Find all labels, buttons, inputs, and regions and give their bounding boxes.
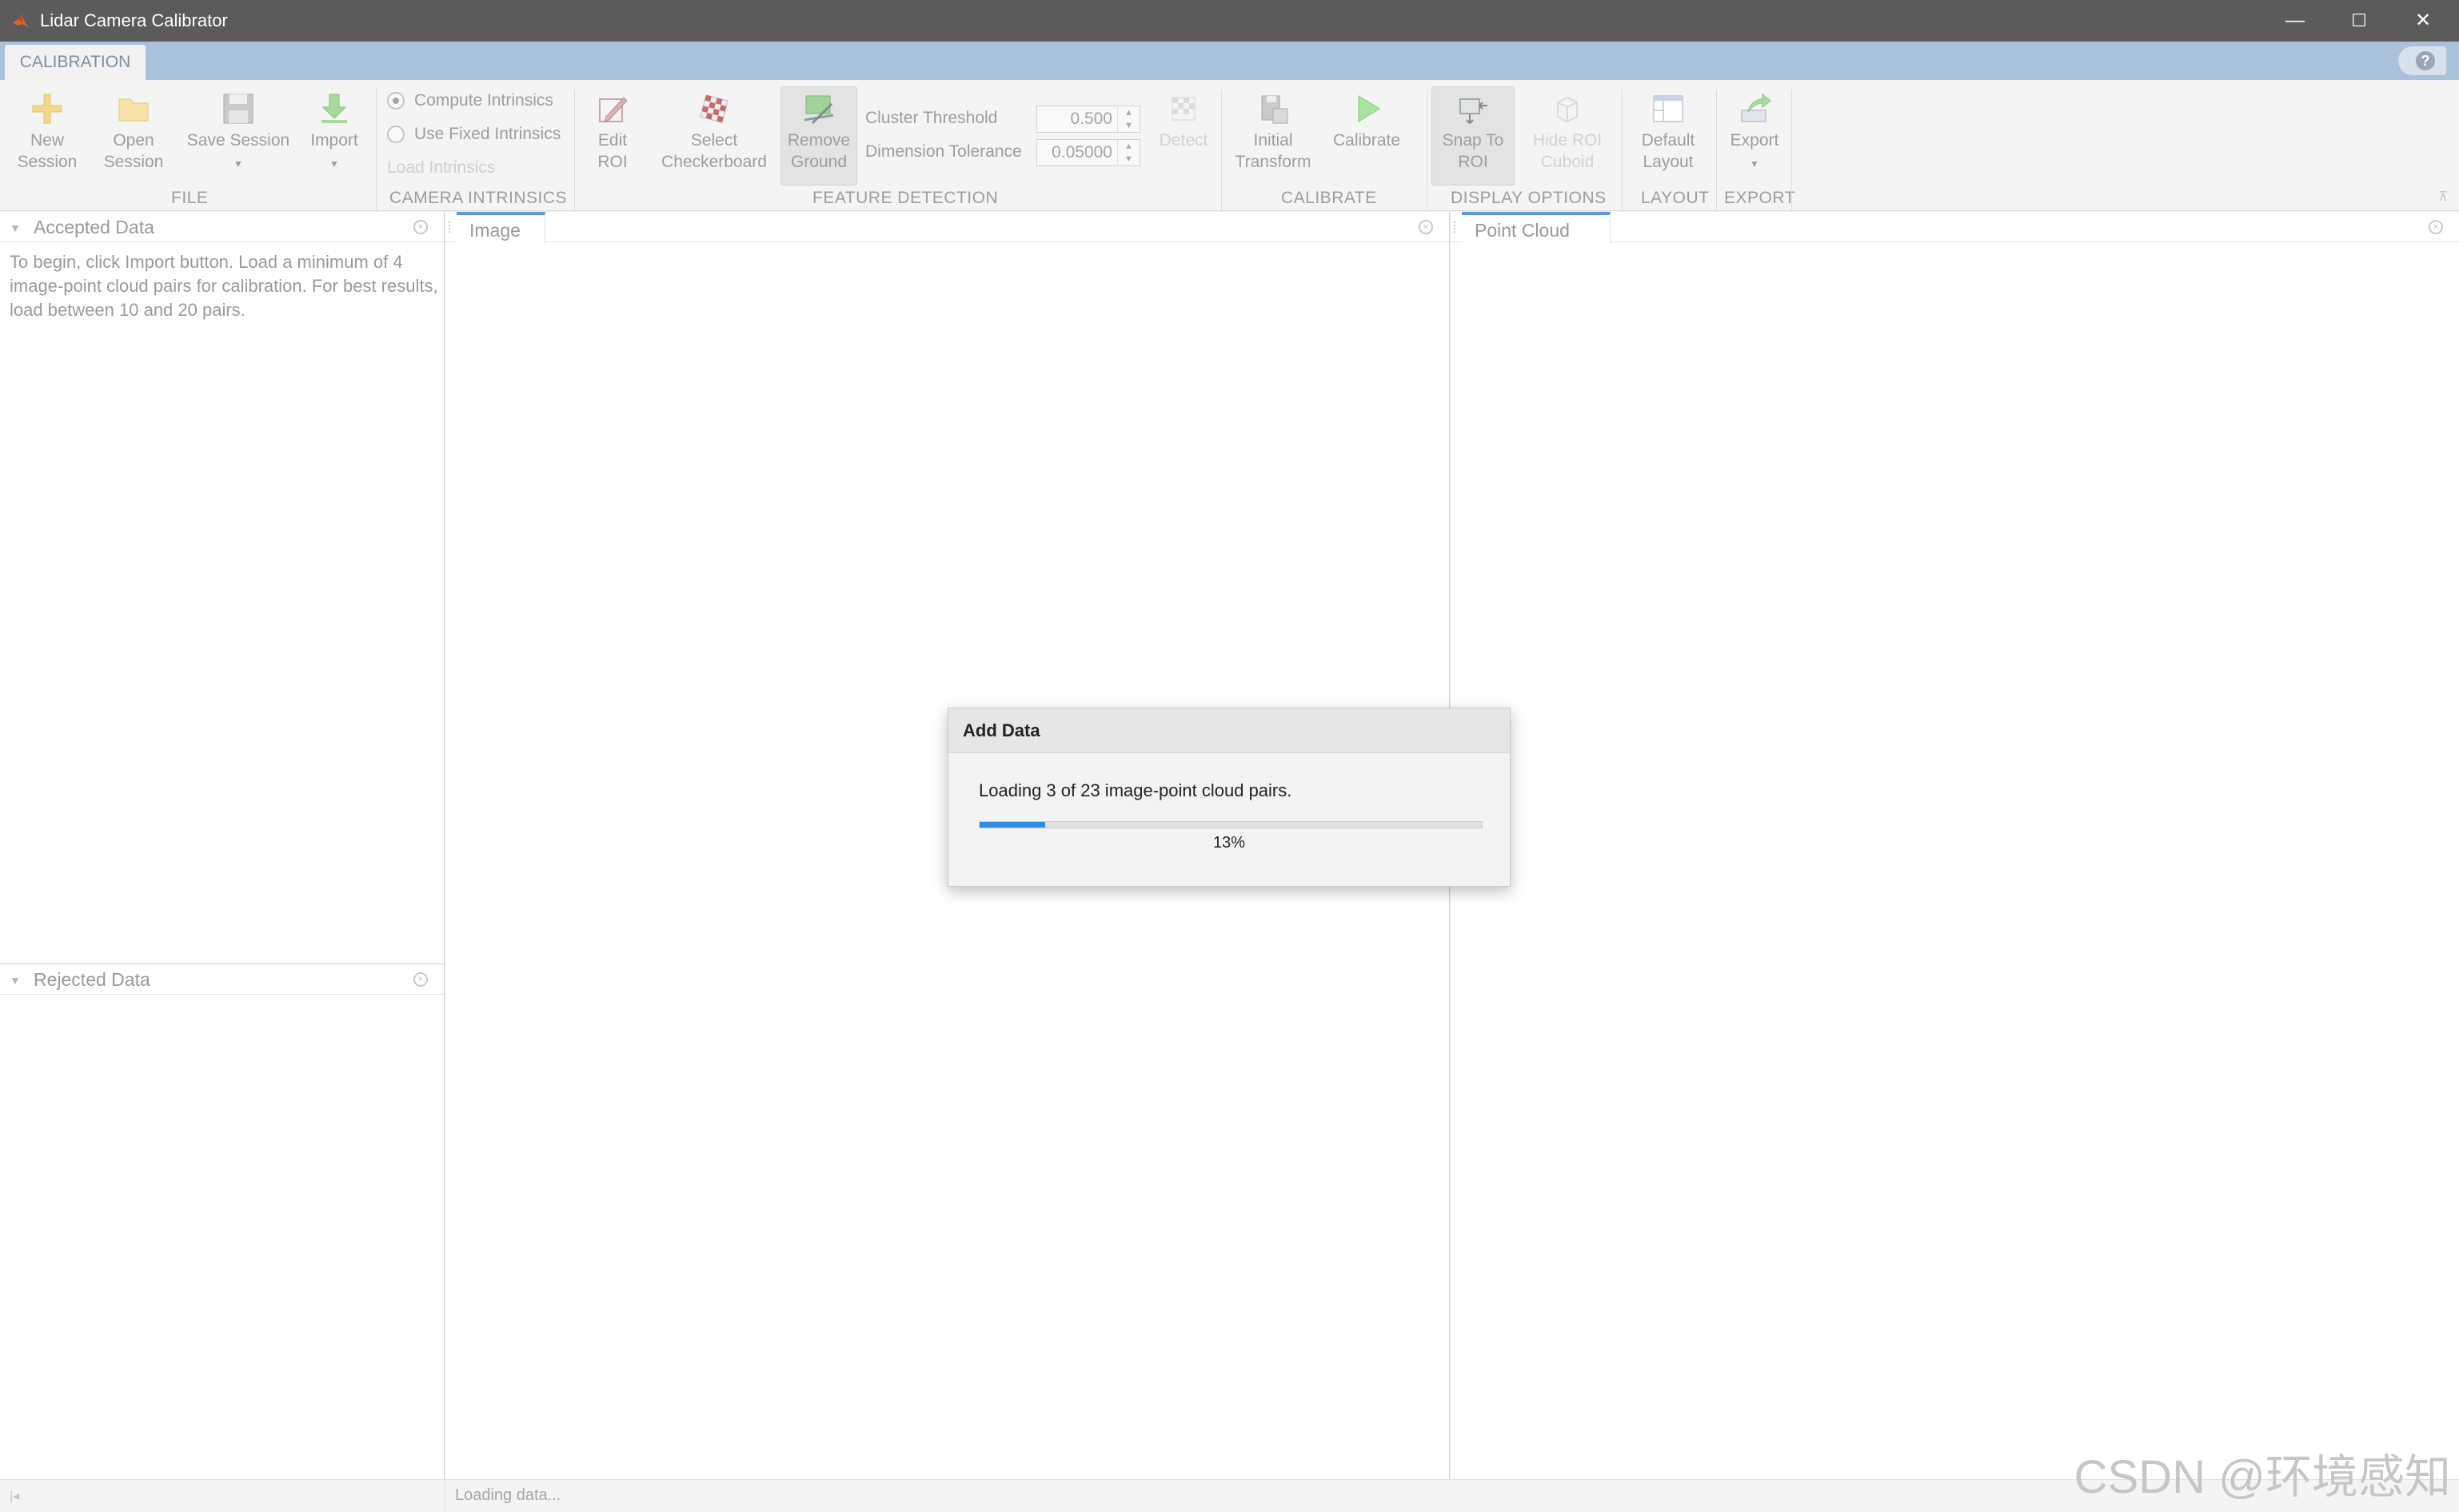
add-data-dialog: Add Data Loading 3 of 23 image-point clo… [948, 708, 1511, 887]
compute-intrinsics-radio[interactable]: Compute Intrinsics [387, 91, 553, 110]
help-icon: ? [2416, 51, 2435, 70]
ribbon-tab-strip: CALIBRATION ? [0, 42, 2459, 80]
hide-roi-cuboid-button[interactable]: Hide ROI Cuboid [1523, 91, 1612, 173]
chevron-down-icon: ▼ [234, 158, 243, 170]
dimension-tolerance-spinner[interactable]: 0.05000 ▲ ▼ [1036, 139, 1140, 166]
collapse-triangle-icon[interactable]: ▼ [10, 221, 21, 234]
collapse-triangle-icon[interactable]: ▼ [10, 974, 21, 987]
minimize-button[interactable]: — [2263, 0, 2327, 42]
accepted-data-panel: ▼ Accepted Data × To begin, click Import… [0, 212, 445, 963]
group-separator [1716, 90, 1717, 211]
group-separator [574, 90, 575, 211]
close-panel-icon[interactable]: × [2429, 220, 2443, 234]
drag-grip-icon[interactable] [449, 221, 452, 233]
folder-icon [118, 98, 149, 122]
group-label-calibrate: CALIBRATE [1281, 189, 1377, 207]
maximize-button[interactable]: ☐ [2327, 0, 2391, 42]
rejected-data-header[interactable]: ▼ Rejected Data × [0, 964, 444, 995]
radio-selected-icon [387, 92, 405, 110]
save-session-button[interactable]: Save Session ▼ [182, 91, 294, 175]
import-button[interactable]: Import ▼ [302, 91, 366, 175]
cuboid-icon [1557, 96, 1578, 123]
group-label-camera-intrinsics: CAMERA INTRINSICS [389, 189, 568, 207]
group-label-export: EXPORT [1724, 189, 1795, 207]
tab-point-cloud[interactable]: Point Cloud [1462, 212, 1611, 244]
play-icon [1358, 95, 1380, 122]
calibrate-button[interactable]: Calibrate [1324, 91, 1409, 151]
plus-icon [32, 94, 62, 124]
tab-calibration[interactable]: CALIBRATION [5, 45, 146, 80]
chevron-down-icon: ▼ [1750, 158, 1759, 170]
import-arrow-icon [321, 94, 347, 123]
progress-bar [979, 821, 1483, 828]
image-panel-header: Image × [445, 212, 1449, 244]
group-label-display-options: DISPLAY OPTIONS [1451, 189, 1607, 207]
snap-to-roi-icon [1459, 98, 1487, 125]
new-session-button[interactable]: New Session [11, 91, 83, 173]
checkerboard-icon [700, 94, 729, 123]
detect-button[interactable]: Detect [1152, 91, 1216, 151]
window-title: Lidar Camera Calibrator [40, 10, 228, 30]
dimension-tolerance-label: Dimension Tolerance [865, 142, 1022, 161]
help-button[interactable]: ? [2398, 46, 2446, 75]
group-separator [1791, 90, 1792, 211]
spinner-arrows-icon[interactable]: ▲ ▼ [1117, 140, 1140, 166]
status-text: Loading data... [455, 1486, 561, 1504]
export-button[interactable]: Export ▼ [1721, 91, 1788, 175]
load-intrinsics-button[interactable]: Load Intrinsics [387, 158, 495, 178]
point-cloud-panel: Point Cloud × [1451, 212, 2459, 1479]
matlab-app-icon [13, 14, 29, 27]
cluster-threshold-label: Cluster Threshold [865, 109, 998, 127]
export-icon [1741, 93, 1771, 122]
group-separator [376, 90, 377, 211]
title-bar: Lidar Camera Calibrator — ☐ ✕ [0, 0, 2459, 42]
group-separator [1622, 90, 1623, 211]
group-separator [1221, 90, 1222, 211]
accepted-data-header[interactable]: ▼ Accepted Data × [0, 212, 444, 242]
group-label-layout: LAYOUT [1641, 189, 1710, 207]
loading-message: Loading 3 of 23 image-point cloud pairs. [979, 780, 1292, 800]
edit-roi-button[interactable]: Edit ROI [581, 91, 645, 173]
floppy-disk-icon [223, 94, 253, 124]
group-label-file: FILE [171, 189, 209, 207]
detect-checkerboard-icon [1172, 97, 1196, 121]
close-button[interactable]: ✕ [2391, 0, 2455, 42]
toolstrip: New Session Open Session Save Session ▼ … [0, 80, 2459, 211]
close-panel-icon[interactable]: × [1419, 220, 1433, 234]
tab-image[interactable]: Image [457, 212, 545, 244]
radio-unselected-icon [387, 126, 405, 144]
snap-to-roi-toggle[interactable]: Snap To ROI [1431, 91, 1515, 173]
progress-percent-label: 13% [1212, 834, 1246, 852]
point-cloud-panel-header: Point Cloud × [1451, 212, 2459, 244]
layout-grid-icon [1653, 95, 1683, 122]
close-panel-icon[interactable]: × [413, 220, 428, 234]
initial-transform-button[interactable]: Initial Transform [1228, 91, 1318, 173]
dialog-title: Add Data [963, 720, 1040, 740]
rejected-data-panel: ▼ Rejected Data × [0, 963, 445, 1479]
collapse-toolstrip-icon[interactable]: ⊼ [2438, 189, 2448, 205]
edit-roi-icon [599, 97, 628, 122]
group-label-feature-detection: FEATURE DETECTION [812, 189, 999, 207]
use-fixed-intrinsics-radio[interactable]: Use Fixed Intrinsics [387, 125, 561, 144]
progress-bar-fill [980, 822, 1045, 828]
collapse-left-icon[interactable]: |◂ [10, 1488, 19, 1504]
close-panel-icon[interactable]: × [413, 972, 428, 987]
spinner-arrows-icon[interactable]: ▲ ▼ [1117, 106, 1140, 132]
cluster-threshold-spinner[interactable]: 0.500 ▲ ▼ [1036, 106, 1140, 133]
chevron-down-icon: ▼ [329, 158, 339, 170]
open-session-button[interactable]: Open Session [98, 91, 170, 173]
remove-ground-toggle[interactable]: Remove Ground [780, 91, 857, 173]
import-hint-text: To begin, click Import button. Load a mi… [10, 252, 438, 320]
dialog-header[interactable]: Add Data [948, 708, 1510, 753]
drag-grip-icon[interactable] [1454, 221, 1457, 233]
watermark: CSDN @环境感知 [2074, 1451, 2451, 1503]
remove-ground-icon [804, 95, 834, 125]
select-checkerboard-button[interactable]: Select Checkerboard [654, 91, 774, 173]
initial-transform-icon [1261, 95, 1288, 124]
default-layout-button[interactable]: Default Layout [1628, 91, 1708, 173]
